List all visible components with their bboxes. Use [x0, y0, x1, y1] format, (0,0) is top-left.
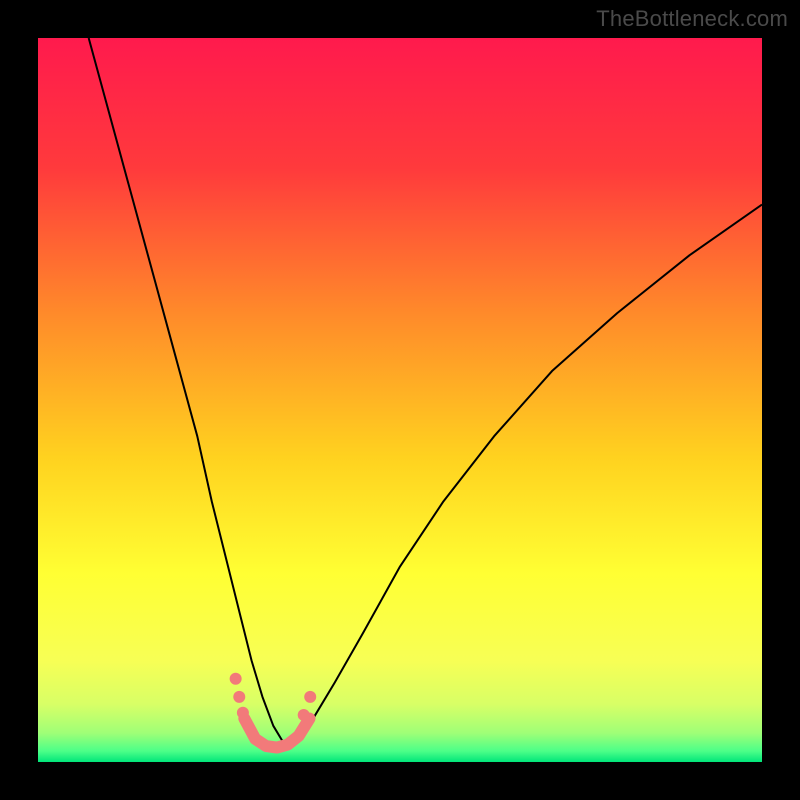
chart-frame: TheBottleneck.com — [0, 0, 800, 800]
series-bottleneck-curve — [89, 38, 762, 744]
data-point — [304, 691, 316, 703]
chart-svg — [38, 38, 762, 762]
data-point — [298, 709, 310, 721]
data-point — [230, 673, 242, 685]
data-point — [233, 691, 245, 703]
plot-area — [38, 38, 762, 762]
watermark-text: TheBottleneck.com — [596, 6, 788, 32]
data-point — [237, 707, 249, 719]
